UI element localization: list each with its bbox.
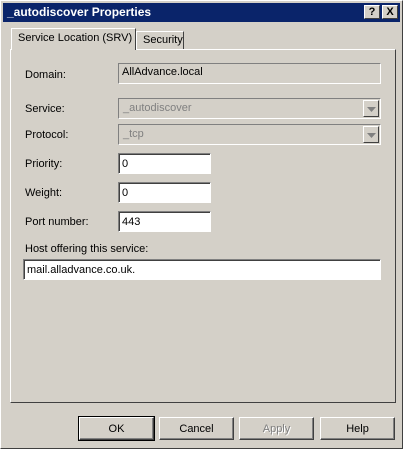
tab-service-location[interactable]: Service Location (SRV) — [11, 28, 136, 50]
properties-dialog: _autodiscover Properties ? X Service Loc… — [0, 0, 403, 449]
tab-security[interactable]: Security — [136, 31, 184, 49]
help-button[interactable]: Help — [320, 417, 395, 440]
tab-service-location-label: Service Location (SRV) — [18, 32, 133, 44]
tab-panel — [10, 49, 396, 403]
tab-security-label: Security — [143, 34, 183, 46]
close-button[interactable]: X — [382, 5, 398, 19]
cancel-button[interactable]: Cancel — [159, 417, 234, 440]
ok-button[interactable]: OK — [78, 416, 155, 441]
help-title-button[interactable]: ? — [364, 5, 380, 19]
window-title: _autodiscover Properties — [7, 5, 152, 19]
apply-button[interactable]: Apply — [239, 417, 314, 440]
title-bar[interactable]: _autodiscover Properties ? X — [3, 3, 400, 22]
